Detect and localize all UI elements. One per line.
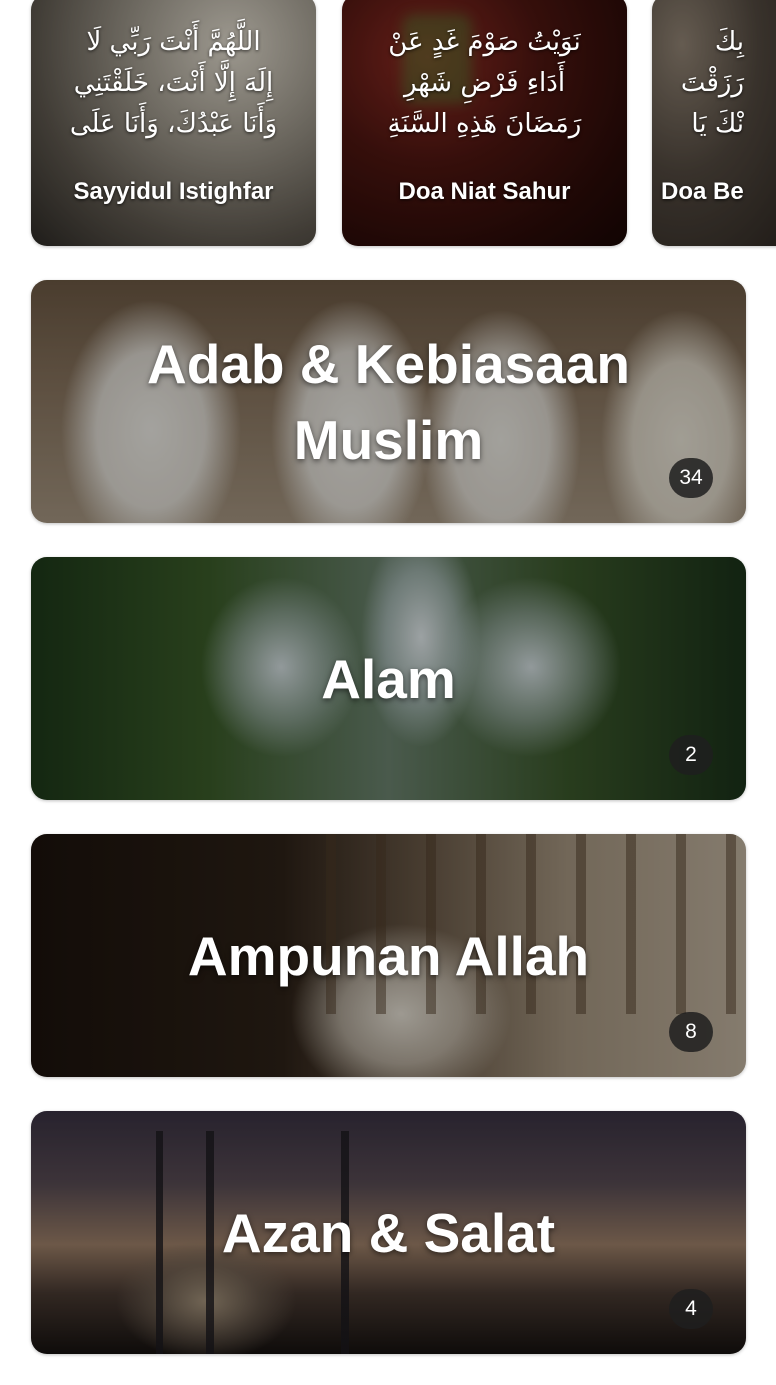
arabic-text: اللَّهُمَّ أَنْتَ رَبِّي لَا إِلَهَ إِلَ…: [69, 27, 278, 139]
category-title: Alam: [321, 647, 456, 710]
category-title: Adab & Kebiasaan Muslim: [147, 332, 630, 471]
arabic-text: نَوَيْتُ صَوْمَ غَدٍ عَنْ أَدَاءِ فَرْضِ…: [387, 27, 582, 139]
featured-card-title: Doa Be: [661, 178, 744, 205]
category-card-alam[interactable]: Alam 2: [31, 557, 746, 800]
count-badge: 34: [669, 458, 713, 498]
featured-card-title: Doa Niat Sahur: [398, 178, 571, 205]
featured-doa-carousel[interactable]: اللَّهُمَّ أَنْتَ رَبِّي لَا إِلَهَ إِلَ…: [0, 0, 776, 250]
count-badge: 4: [669, 1289, 713, 1329]
count-badge: 2: [669, 735, 713, 775]
category-card-azan-salat[interactable]: Azan & Salat 4: [31, 1111, 746, 1354]
featured-card-doa-niat-sahur[interactable]: نَوَيْتُ صَوْمَ غَدٍ عَنْ أَدَاءِ فَرْضِ…: [342, 0, 627, 246]
count-badge: 8: [669, 1012, 713, 1052]
category-title: Ampunan Allah: [187, 924, 590, 987]
category-card-ampunan-allah[interactable]: Ampunan Allah 8: [31, 834, 746, 1077]
category-title: Azan & Salat: [221, 1201, 556, 1264]
featured-card-partial[interactable]: بِكَ رَزَقْتَ نْكَ يَا Doa Be: [652, 0, 776, 246]
featured-card-title: Sayyidul Istighfar: [73, 178, 274, 205]
category-card-adab-kebiasaan-muslim[interactable]: Adab & Kebiasaan Muslim 34: [31, 280, 746, 523]
featured-card-sayyidul-istighfar[interactable]: اللَّهُمَّ أَنْتَ رَبِّي لَا إِلَهَ إِلَ…: [31, 0, 316, 246]
arabic-text: بِكَ رَزَقْتَ نْكَ يَا: [680, 27, 744, 139]
